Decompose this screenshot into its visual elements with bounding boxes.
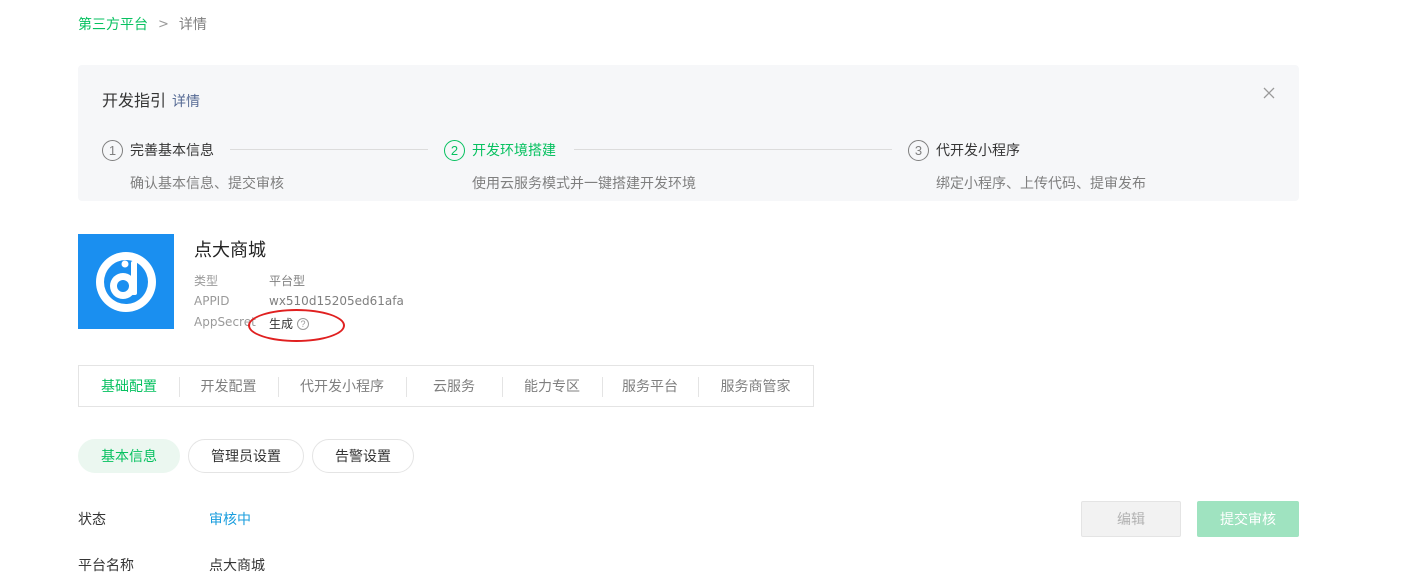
guide-step-3: 3 代开发小程序 绑定小程序、上传代码、提审发布 — [908, 139, 1146, 193]
breadcrumb-separator: > — [158, 16, 169, 32]
breadcrumb: 第三方平台 > 详情 — [78, 14, 207, 34]
annotation-ellipse — [248, 309, 345, 342]
status-badge: 审核中 — [209, 512, 251, 528]
tab-dev-config[interactable]: 开发配置 — [179, 366, 278, 406]
dev-guide-panel: 开发指引 详情 1 完善基本信息 确认基本信息、提交审核 2 开发环境搭建 使用… — [78, 65, 1299, 201]
guide-step-1: 1 完善基本信息 确认基本信息、提交审核 — [102, 139, 284, 193]
close-icon[interactable] — [1261, 85, 1277, 101]
appid-value: wx510d15205ed61afa — [269, 294, 404, 308]
info-row-appid: APPID wx510d15205ed61afa — [194, 294, 404, 308]
step-description: 绑定小程序、上传代码、提审发布 — [936, 176, 1146, 192]
edit-button[interactable]: 编辑 — [1081, 501, 1181, 537]
type-value: 平台型 — [269, 274, 306, 288]
tab-agent-miniprogram[interactable]: 代开发小程序 — [278, 366, 406, 406]
info-row-type: 类型 平台型 — [194, 272, 305, 289]
tab-cloud-service[interactable]: 云服务 — [406, 366, 502, 406]
tab-capability-zone[interactable]: 能力专区 — [502, 366, 602, 406]
type-label: 类型 — [194, 274, 219, 288]
step-description: 确认基本信息、提交审核 — [130, 176, 284, 192]
step-title: 代开发小程序 — [936, 143, 1020, 159]
platform-name-label: 平台名称 — [78, 558, 134, 574]
guide-title: 开发指引 详情 — [102, 87, 200, 111]
step-title: 开发环境搭建 — [472, 143, 556, 159]
app-logo-icon — [78, 234, 174, 329]
breadcrumb-parent-link[interactable]: 第三方平台 — [78, 14, 148, 34]
subtab-basic-info[interactable]: 基本信息 — [78, 439, 180, 473]
subtab-alert-settings[interactable]: 告警设置 — [312, 439, 414, 473]
platform-name-value: 点大商城 — [209, 558, 265, 574]
app-name: 点大商城 — [194, 240, 266, 261]
appid-label: APPID — [194, 294, 230, 308]
step-description: 使用云服务模式并一键搭建开发环境 — [472, 176, 696, 192]
main-tabs: 基础配置 开发配置 代开发小程序 云服务 能力专区 服务平台 服务商管家 — [78, 365, 814, 407]
breadcrumb-current: 详情 — [178, 17, 207, 33]
subtab-admin-settings[interactable]: 管理员设置 — [188, 439, 304, 473]
status-label: 状态 — [78, 512, 106, 528]
guide-detail-link[interactable]: 详情 — [172, 91, 200, 111]
tab-provider-manager[interactable]: 服务商管家 — [698, 366, 813, 406]
submit-review-button[interactable]: 提交审核 — [1197, 501, 1299, 537]
app-logo-mark — [96, 251, 156, 312]
guide-step-2: 2 开发环境搭建 使用云服务模式并一键搭建开发环境 — [444, 139, 696, 193]
step-title: 完善基本信息 — [130, 143, 214, 159]
tab-basic-config[interactable]: 基础配置 — [79, 366, 179, 406]
step-number: 1 — [102, 139, 123, 161]
step-number: 3 — [908, 139, 929, 161]
guide-title-text: 开发指引 — [102, 91, 167, 110]
step-number: 2 — [444, 139, 465, 161]
tab-service-platform[interactable]: 服务平台 — [602, 366, 698, 406]
